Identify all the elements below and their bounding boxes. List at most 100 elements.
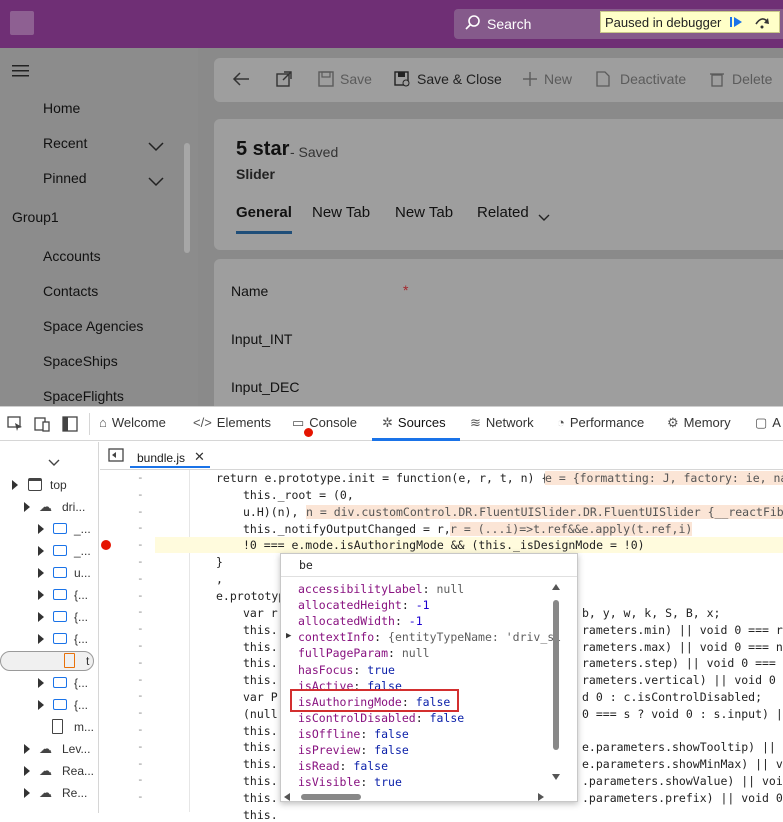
tree-item[interactable]: _... bbox=[74, 522, 91, 536]
home-icon: ⌂ bbox=[99, 415, 107, 430]
autocomplete-item[interactable]: hasFocus: true bbox=[298, 663, 395, 677]
autocomplete-item[interactable]: allocatedWidth: -1 bbox=[298, 614, 423, 628]
chevron-down-icon[interactable] bbox=[148, 139, 164, 157]
tab-welcome[interactable]: ⌂ Welcome bbox=[99, 415, 166, 430]
expand-triangle-icon[interactable] bbox=[38, 568, 44, 578]
tab-new-tab-2[interactable]: New Tab bbox=[395, 204, 453, 221]
save-and-close-button[interactable]: Save & Close bbox=[417, 71, 502, 87]
expand-triangle-icon[interactable] bbox=[38, 634, 44, 644]
toggle-navigator-icon[interactable] bbox=[108, 448, 124, 467]
save-button[interactable]: Save bbox=[340, 71, 372, 87]
dock-side-icon[interactable] bbox=[62, 416, 78, 437]
autocomplete-item[interactable]: isControlDisabled: false bbox=[298, 711, 464, 725]
tree-item[interactable]: {... bbox=[74, 632, 88, 646]
hamburger-icon[interactable] bbox=[12, 64, 30, 83]
tab-memory[interactable]: ⚙ Memory bbox=[667, 415, 731, 431]
popup-horizontal-scrollbar[interactable] bbox=[283, 789, 545, 801]
code-line: this._root = (0, bbox=[243, 488, 354, 502]
autocomplete-item[interactable]: isRead: false bbox=[298, 759, 388, 773]
autocomplete-item[interactable]: isVisible: true bbox=[298, 775, 402, 789]
expand-triangle-icon[interactable] bbox=[38, 678, 44, 688]
tree-item[interactable]: t bbox=[86, 654, 89, 668]
popup-vertical-scrollbar[interactable] bbox=[551, 582, 561, 782]
devtools-tab-bar: ⌂ Welcome </> Elements ▭ Console ✲ Sources ≋… bbox=[0, 407, 783, 441]
tree-item[interactable]: {... bbox=[74, 698, 88, 712]
inspect-element-icon[interactable] bbox=[7, 416, 23, 437]
expand-triangle-icon[interactable] bbox=[38, 700, 44, 710]
chevron-down-icon[interactable] bbox=[538, 209, 550, 227]
autocomplete-item[interactable]: ▶ contextInfo: {entityTypeName: 'driv_sl bbox=[286, 630, 562, 645]
active-tab-indicator bbox=[372, 438, 460, 441]
tab-application[interactable]: ▢ A bbox=[755, 415, 781, 431]
autocomplete-item[interactable]: allocatedHeight: -1 bbox=[298, 598, 430, 612]
tree-item[interactable]: _... bbox=[74, 544, 91, 558]
chevron-down-icon[interactable] bbox=[48, 454, 60, 472]
expand-triangle-icon[interactable] bbox=[38, 590, 44, 600]
property-value: {entityTypeName: 'driv_sl bbox=[388, 630, 562, 645]
deactivate-button[interactable]: Deactivate bbox=[620, 71, 686, 87]
code-line-fragment: this. bbox=[243, 656, 278, 671]
expand-triangle-icon[interactable] bbox=[24, 502, 30, 512]
tree-item[interactable]: Rea... bbox=[62, 764, 94, 778]
tab-related[interactable]: Related bbox=[477, 204, 529, 221]
tab-general[interactable]: General bbox=[236, 204, 292, 221]
property-value: false bbox=[353, 759, 389, 774]
delete-button[interactable]: Delete bbox=[732, 71, 772, 87]
open-in-new-window-icon[interactable] bbox=[276, 71, 292, 92]
expand-triangle-icon[interactable] bbox=[38, 524, 44, 534]
device-toolbar-icon[interactable] bbox=[34, 416, 50, 437]
expand-triangle-icon[interactable] bbox=[24, 744, 30, 754]
nav-space-agencies[interactable]: Space Agencies bbox=[43, 318, 143, 334]
tab-network[interactable]: ≋ Network bbox=[470, 415, 534, 431]
back-arrow-icon[interactable] bbox=[232, 71, 250, 92]
autocomplete-item[interactable]: fullPageParam: null bbox=[298, 646, 430, 660]
autocomplete-item[interactable]: isOffline: false bbox=[298, 727, 409, 741]
chevron-down-icon[interactable] bbox=[148, 174, 164, 192]
expand-triangle-icon[interactable] bbox=[12, 480, 18, 490]
nav-accounts[interactable]: Accounts bbox=[43, 248, 101, 264]
line-marker: - bbox=[137, 672, 144, 686]
expand-triangle-icon[interactable] bbox=[24, 788, 30, 798]
tab-elements[interactable]: </> Elements bbox=[193, 415, 271, 430]
resume-icon[interactable] bbox=[727, 14, 745, 30]
autocomplete-item[interactable]: isPreview: false bbox=[298, 743, 409, 757]
code-line-fragment: this. bbox=[243, 723, 278, 738]
tree-item[interactable]: {... bbox=[74, 676, 88, 690]
expand-triangle-icon[interactable]: ▶ bbox=[286, 631, 291, 641]
tab-sources[interactable]: ✲ Sources bbox=[382, 415, 446, 431]
sidebar-scrollbar[interactable] bbox=[184, 143, 190, 253]
tree-item[interactable]: {... bbox=[74, 588, 88, 602]
nav-pinned[interactable]: Pinned bbox=[43, 170, 87, 186]
tab-new-tab-1[interactable]: New Tab bbox=[312, 204, 370, 221]
close-tab-icon[interactable]: ✕ bbox=[194, 449, 205, 465]
breakpoint-marker[interactable] bbox=[101, 540, 111, 550]
step-over-icon[interactable] bbox=[753, 14, 771, 30]
expand-triangle-icon[interactable] bbox=[38, 546, 44, 556]
expand-triangle-icon[interactable] bbox=[38, 612, 44, 622]
tree-item[interactable]: {... bbox=[74, 610, 88, 624]
file-navigator bbox=[0, 442, 99, 813]
autocomplete-item[interactable]: accessibilityLabel: null bbox=[298, 582, 464, 596]
nav-recent[interactable]: Recent bbox=[43, 135, 87, 151]
new-button[interactable]: New bbox=[544, 71, 572, 87]
tree-item[interactable]: top bbox=[50, 478, 67, 492]
nav-spaceships[interactable]: SpaceShips bbox=[43, 353, 118, 369]
tree-item[interactable]: Lev... bbox=[62, 742, 90, 756]
nav-contacts[interactable]: Contacts bbox=[43, 283, 98, 299]
nav-spaceflights[interactable]: SpaceFlights bbox=[43, 388, 124, 404]
property-key: contextInfo bbox=[298, 630, 375, 645]
code-line-fragment: this. bbox=[243, 774, 278, 788]
tab-console[interactable]: ▭ Console bbox=[292, 415, 357, 431]
tab-performance[interactable]: ◔ Performance bbox=[557, 415, 644, 430]
nav-home[interactable]: Home bbox=[43, 100, 80, 116]
tree-item[interactable]: m... bbox=[74, 720, 94, 734]
property-key: fullPageParam bbox=[298, 646, 389, 661]
file-tab-bundle-js[interactable]: bundle.js bbox=[137, 451, 185, 465]
tree-item[interactable]: u... bbox=[74, 566, 91, 580]
expand-triangle-icon[interactable] bbox=[24, 766, 30, 776]
folder-icon bbox=[53, 567, 67, 578]
tree-item[interactable]: Re... bbox=[62, 786, 87, 800]
code-line-fragment: this. bbox=[243, 622, 278, 637]
app-logo[interactable] bbox=[10, 11, 34, 35]
tree-item[interactable]: dri... bbox=[62, 500, 85, 514]
